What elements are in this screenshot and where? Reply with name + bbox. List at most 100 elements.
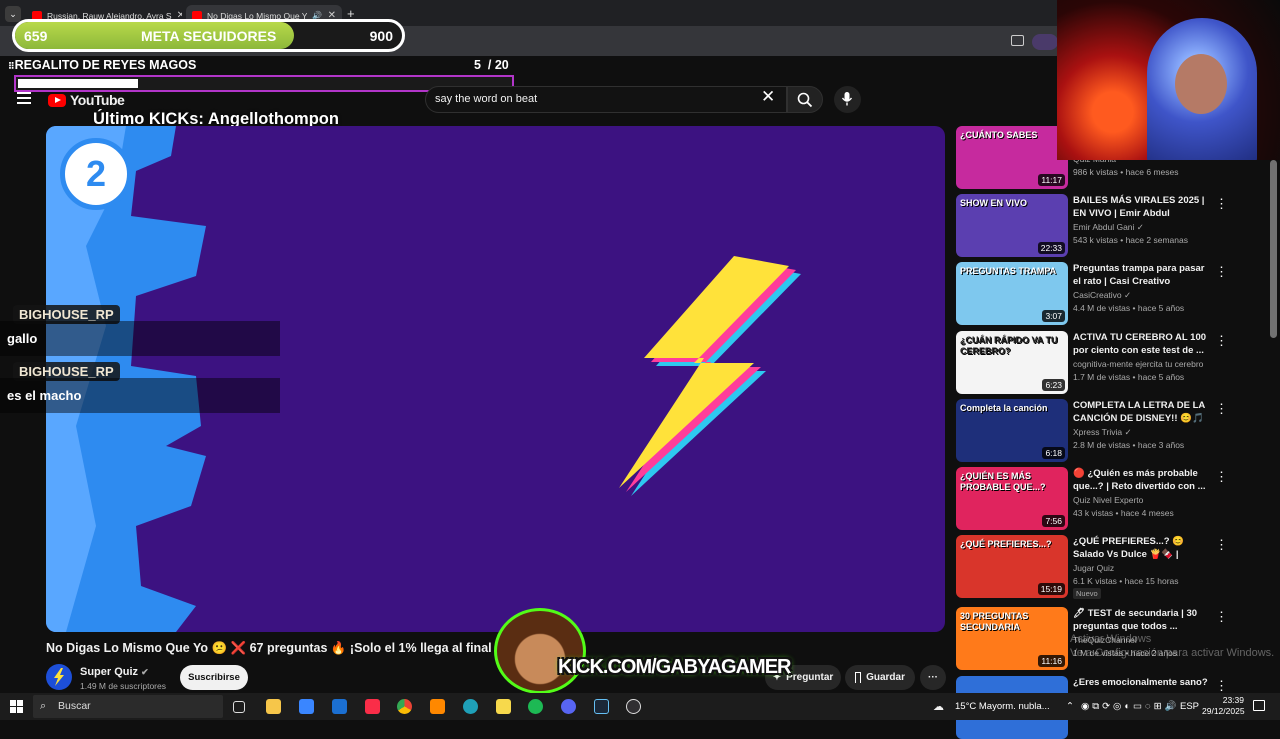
recommended-video-meta: 4.4 M de vistas • hace 5 años <box>1073 303 1185 313</box>
weather-text[interactable]: 15°C Mayorm. nubla... <box>955 701 1050 712</box>
verified-icon: ✔ <box>141 667 149 677</box>
weather-icon[interactable]: ☁ <box>933 700 944 713</box>
input-language[interactable]: ESP <box>1180 701 1199 712</box>
more-options-icon[interactable]: ⋮ <box>1215 333 1228 349</box>
recommended-channel-name[interactable]: Emir Abdul Gani ✓ <box>1073 222 1144 233</box>
video-thumbnail[interactable]: ¿QUIÉN ES MÁS PROBABLE QUE...? 7:56 <box>956 467 1068 530</box>
cast-icon[interactable] <box>1011 35 1024 46</box>
outlook-icon[interactable] <box>332 699 347 714</box>
video-duration: 6:18 <box>1042 447 1065 459</box>
recommended-video-title[interactable]: ¿QUÉ PREFIERES...? 😊 Salado Vs Dulce 🍟🍫 … <box>1073 535 1209 562</box>
thumbnail-caption: Completa la canción <box>960 403 1048 413</box>
save-button[interactable]: Guardar <box>845 665 915 690</box>
hamburger-menu-icon[interactable] <box>17 92 31 107</box>
chrome-icon[interactable] <box>397 699 412 714</box>
obs-icon[interactable] <box>626 699 641 714</box>
show-hidden-icons-icon[interactable]: ⌃ <box>1066 701 1074 712</box>
save-label: Guardar <box>866 672 905 683</box>
video-thumbnail[interactable]: ¿QUÉ PREFIERES...? 15:19 <box>956 535 1068 598</box>
sticky-notes-icon[interactable] <box>496 699 511 714</box>
video-thumbnail[interactable]: ¿CUÁNTO SABES 11:17 <box>956 126 1068 189</box>
video-thumbnail[interactable]: PREGUNTAS TRAMPA 3:07 <box>956 262 1068 325</box>
more-options-icon[interactable]: ⋮ <box>1215 196 1228 212</box>
channel-name-text: Super Quiz <box>80 666 139 678</box>
gift-goal-fill <box>18 79 138 88</box>
more-options-icon[interactable]: ⋮ <box>1215 678 1228 694</box>
notifications-icon[interactable] <box>1253 700 1265 711</box>
more-options-icon[interactable]: ⋮ <box>1215 401 1228 417</box>
file-explorer-icon[interactable] <box>266 699 281 714</box>
recommended-video-title[interactable]: COMPLETA LA LETRA DE LA CANCIÓN DE DISNE… <box>1073 399 1209 425</box>
video-thumbnail[interactable]: SHOW EN VIVO 22:33 <box>956 194 1068 257</box>
recommended-video-title[interactable]: BAILES MÁS VIRALES 2025 | EN VIVO | Emir… <box>1073 194 1209 220</box>
scrollbar[interactable] <box>1270 160 1277 338</box>
ask-label: Preguntar <box>786 672 834 683</box>
video-duration: 22:33 <box>1037 242 1065 254</box>
more-options-icon[interactable]: ⋮ <box>1215 469 1228 485</box>
recommended-video-title[interactable]: ¿Eres emocionalmente sano? <box>1073 676 1209 689</box>
task-view-icon[interactable] <box>233 701 245 713</box>
recommended-video[interactable]: PREGUNTAS TRAMPA 3:07 Preguntas trampa par… <box>956 262 1236 325</box>
subscriber-count: 1.49 M de suscriptores <box>80 681 166 691</box>
video-title: No Digas Lo Mismo Que Yo 😕 ❌ 67 pregunta… <box>46 641 492 655</box>
tab-list-button[interactable]: ⌄ <box>5 6 21 22</box>
tray-icons[interactable]: ◉⧉⟳◎◐▭◌⊞🔊 <box>1081 701 1179 712</box>
goal-label: META SEGUIDORES <box>141 28 277 44</box>
subscribe-button[interactable]: Suscribirse <box>180 665 248 690</box>
clear-search-icon[interactable]: ✕ <box>761 87 775 107</box>
recommended-video[interactable]: ¿CUÁN RÁPIDO VA TU CEREBRO? 6:23 ACTIVA TU… <box>956 331 1236 394</box>
search-button[interactable] <box>787 86 823 113</box>
webcam-face <box>1175 54 1227 114</box>
more-options-icon[interactable]: ⋮ <box>1215 609 1228 625</box>
more-options-icon[interactable]: ⋮ <box>1215 264 1228 280</box>
thumbnail-caption: ¿QUIÉN ES MÁS PROBABLE QUE...? <box>960 471 1046 492</box>
recommended-video-title[interactable]: ACTIVA TU CEREBRO AL 100 por ciento con … <box>1073 331 1209 357</box>
video-duration: 3:07 <box>1042 310 1065 322</box>
thumbnail-caption: 30 PREGUNTAS SECUNDARIA <box>960 611 1029 632</box>
video-duration: 11:17 <box>1038 174 1065 186</box>
voice-search-button[interactable] <box>834 86 861 113</box>
recommended-channel-name[interactable]: cognitiva-mente ejercita tu cerebro <box>1073 359 1203 369</box>
video-duration: 15:19 <box>1037 583 1065 595</box>
recommended-channel-name[interactable]: CasiCreativo ✓ <box>1073 290 1131 301</box>
search-input[interactable]: say the word on beat <box>425 86 787 113</box>
watermark-line-1: Activar Windows <box>1070 633 1152 645</box>
more-options-icon[interactable]: ⋮ <box>1215 537 1228 553</box>
recommended-video[interactable]: SHOW EN VIVO 22:33 BAILES MÁS VIRALES 2025… <box>956 194 1236 257</box>
youtube-logo[interactable]: YouTube <box>48 92 125 108</box>
taskbar-search-input[interactable]: Buscar <box>33 695 223 718</box>
recommended-channel-name[interactable]: Xpress Trivia ✓ <box>1073 427 1132 438</box>
recommended-video[interactable]: ¿QUÉ PREFIERES...? 15:19 ¿QUÉ PREFIERES...… <box>956 535 1236 599</box>
microsoft-store-icon[interactable] <box>299 699 314 714</box>
recommended-video[interactable]: ¿QUIÉN ES MÁS PROBABLE QUE...? 7:56 🔴 ¿Qui… <box>956 467 1236 530</box>
channel-avatar[interactable] <box>46 664 72 690</box>
system-clock[interactable]: 23:39 29/12/2025 <box>1202 695 1245 717</box>
vlc-icon[interactable] <box>430 699 445 714</box>
windows-start-icon[interactable] <box>10 700 23 713</box>
channel-name[interactable]: Super Quiz ✔ <box>80 666 149 678</box>
video-thumbnail[interactable]: 30 PREGUNTAS SECUNDARIA 11:16 <box>956 607 1068 670</box>
question-number: 2 <box>85 153 107 194</box>
search-icon: ⌕ <box>40 700 47 712</box>
recommended-channel-name[interactable]: Quiz Nivel Experto <box>1073 495 1143 505</box>
edge-icon[interactable] <box>463 699 478 714</box>
question-number-badge: 2 <box>60 138 132 210</box>
more-actions-button[interactable]: ··· <box>920 665 946 690</box>
spotify-icon[interactable] <box>528 699 543 714</box>
video-duration: 11:16 <box>1038 655 1065 667</box>
clock-time: 23:39 <box>1222 695 1244 705</box>
recommended-video-meta: 986 k vistas • hace 6 meses <box>1073 167 1179 177</box>
video-thumbnail[interactable]: Completa la canción 6:18 <box>956 399 1068 462</box>
recommended-channel-name[interactable]: Jugar Quiz <box>1073 563 1114 573</box>
profile-chip[interactable] <box>1032 34 1058 50</box>
search-icon <box>797 92 813 108</box>
music-app-icon[interactable] <box>365 699 380 714</box>
steam-icon[interactable] <box>594 699 609 714</box>
discord-icon[interactable] <box>561 699 576 714</box>
recommended-video-meta: 1.7 M de vistas • hace 5 años <box>1073 372 1185 382</box>
recommended-video-title[interactable]: Preguntas trampa para pasar el rato | Ca… <box>1073 262 1209 288</box>
video-thumbnail[interactable]: ¿CUÁN RÁPIDO VA TU CEREBRO? 6:23 <box>956 331 1068 394</box>
recommended-video-title[interactable]: 🖊 TEST de secundaria | 30 preguntas que … <box>1073 607 1209 633</box>
recommended-video[interactable]: Completa la canción 6:18 COMPLETA LA LETRA… <box>956 399 1236 462</box>
recommended-video-title[interactable]: 🔴 ¿Quién es más probable que...? | Reto … <box>1073 467 1209 493</box>
